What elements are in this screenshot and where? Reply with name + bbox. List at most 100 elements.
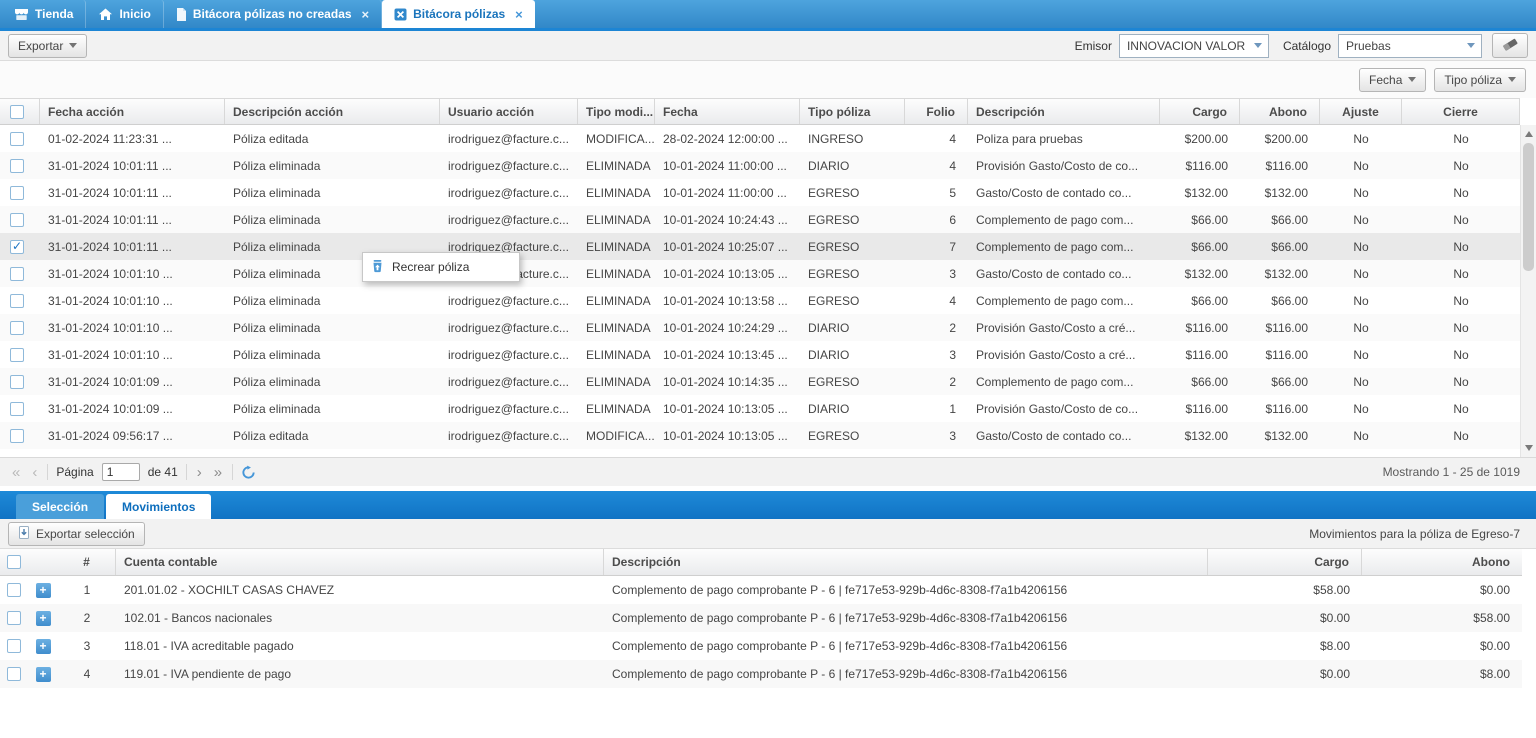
tab-bitacora-polizas[interactable]: Bitácora pólizas ×: [382, 0, 535, 28]
tab-movimientos[interactable]: Movimientos: [106, 494, 211, 519]
scroll-down-arrow-icon[interactable]: [1525, 445, 1533, 451]
emisor-select[interactable]: INNOVACION VALOR: [1119, 34, 1269, 58]
close-icon[interactable]: ×: [362, 8, 370, 21]
table-row[interactable]: 31-01-2024 10:01:10 ... Póliza eliminada…: [0, 287, 1520, 314]
cell-usuario-accion: irodriguez@facture.c...: [440, 368, 578, 395]
column-header-fecha-accion[interactable]: Fecha acción: [40, 99, 225, 124]
column-header-cargo[interactable]: Cargo: [1160, 99, 1240, 124]
cell-fecha-accion: 31-01-2024 10:01:10 ...: [40, 341, 225, 368]
cell-cuenta-contable: 102.01 - Bancos nacionales: [116, 604, 604, 632]
tab-inicio[interactable]: Inicio: [86, 0, 163, 28]
row-checkbox[interactable]: [10, 348, 24, 362]
export-button[interactable]: Exportar: [8, 34, 87, 58]
fecha-filter-button[interactable]: Fecha: [1359, 68, 1426, 92]
column-header-descripcion-accion[interactable]: Descripción acción: [225, 99, 440, 124]
row-checkbox-cell: [0, 395, 40, 422]
column-header-descripcion[interactable]: Descripción: [968, 99, 1160, 124]
export-selection-button[interactable]: Exportar selección: [8, 522, 145, 546]
first-page-icon[interactable]: «: [10, 465, 22, 480]
column-header-abono[interactable]: Abono: [1362, 549, 1522, 575]
cell-descripcion: Provisión Gasto/Costo de co...: [968, 395, 1160, 422]
row-checkbox[interactable]: [10, 186, 24, 200]
catalogo-label: Catálogo: [1283, 39, 1331, 53]
column-header-ajuste[interactable]: Ajuste: [1320, 99, 1402, 124]
table-row[interactable]: 31-01-2024 10:01:09 ... Póliza eliminada…: [0, 368, 1520, 395]
table-row[interactable]: 31-01-2024 10:01:11 ... Póliza eliminada…: [0, 233, 1520, 260]
table-row[interactable]: + 4 119.01 - IVA pendiente de pago Compl…: [0, 660, 1522, 688]
table-row[interactable]: + 3 118.01 - IVA acreditable pagado Comp…: [0, 632, 1522, 660]
recreate-policy-menu-item[interactable]: Recrear póliza: [365, 255, 517, 279]
column-header-num[interactable]: #: [58, 549, 116, 575]
next-page-icon[interactable]: ›: [195, 465, 204, 480]
cell-descripcion-accion: Póliza eliminada: [225, 341, 440, 368]
row-checkbox[interactable]: [7, 667, 21, 681]
refresh-icon[interactable]: [241, 465, 256, 480]
movements-table-header: # Cuenta contable Descripción Cargo Abon…: [0, 549, 1522, 576]
row-checkbox[interactable]: [10, 213, 24, 227]
tab-seleccion[interactable]: Selección: [16, 494, 104, 519]
table-row[interactable]: + 2 102.01 - Bancos nacionales Complemen…: [0, 604, 1522, 632]
expand-plus-icon[interactable]: +: [36, 611, 51, 626]
row-checkbox[interactable]: [10, 321, 24, 335]
table-row[interactable]: 31-01-2024 10:01:11 ... Póliza eliminada…: [0, 179, 1520, 206]
chevron-down-icon: [1467, 43, 1475, 48]
table-row[interactable]: 31-01-2024 10:01:10 ... Póliza eliminada…: [0, 260, 1520, 287]
prev-page-icon[interactable]: ‹: [30, 465, 39, 480]
page-input[interactable]: [102, 463, 140, 481]
cell-tipo-poliza: EGRESO: [800, 422, 905, 449]
row-checkbox[interactable]: [7, 639, 21, 653]
row-checkbox[interactable]: [10, 267, 24, 281]
column-header-usuario-accion[interactable]: Usuario acción: [440, 99, 578, 124]
table-row[interactable]: 01-02-2024 11:23:31 ... Póliza editada i…: [0, 125, 1520, 152]
cell-fecha-accion: 31-01-2024 10:01:11 ...: [40, 233, 225, 260]
cell-fecha: 10-01-2024 10:13:58 ...: [655, 287, 800, 314]
column-header-descripcion[interactable]: Descripción: [604, 549, 1208, 575]
table-row[interactable]: 31-01-2024 09:56:17 ... Póliza editada i…: [0, 422, 1520, 449]
catalogo-select[interactable]: Pruebas: [1338, 34, 1482, 58]
column-header-folio[interactable]: Folio: [905, 99, 968, 124]
scroll-up-arrow-icon[interactable]: [1525, 131, 1533, 137]
last-page-icon[interactable]: »: [212, 465, 224, 480]
select-all-checkbox[interactable]: [10, 105, 24, 119]
cell-descripcion-accion: Póliza eliminada: [225, 287, 440, 314]
table-row[interactable]: + 1 201.01.02 - XOCHILT CASAS CHAVEZ Com…: [0, 576, 1522, 604]
cell-folio: 7: [905, 233, 968, 260]
table-row[interactable]: 31-01-2024 10:01:10 ... Póliza eliminada…: [0, 314, 1520, 341]
tab-bitacora-polizas-no-creadas[interactable]: Bitácora pólizas no creadas ×: [164, 0, 382, 28]
tab-tienda[interactable]: Tienda: [2, 0, 86, 28]
cell-cargo: $116.00: [1160, 152, 1240, 179]
row-checkbox[interactable]: [7, 583, 21, 597]
cell-descripcion-accion: Póliza eliminada: [225, 368, 440, 395]
column-header-cuenta-contable[interactable]: Cuenta contable: [116, 549, 604, 575]
row-checkbox[interactable]: [10, 132, 24, 146]
row-checkbox[interactable]: [10, 429, 24, 443]
column-header-tipo-poliza[interactable]: Tipo póliza: [800, 99, 905, 124]
row-checkbox[interactable]: [10, 294, 24, 308]
row-checkbox[interactable]: [10, 402, 24, 416]
tipo-poliza-filter-button[interactable]: Tipo póliza: [1434, 68, 1526, 92]
clear-filters-button[interactable]: [1492, 33, 1528, 58]
close-icon[interactable]: ×: [515, 8, 523, 21]
expand-plus-icon[interactable]: +: [36, 639, 51, 654]
column-header-cierre[interactable]: Cierre: [1402, 99, 1520, 124]
row-checkbox[interactable]: [10, 159, 24, 173]
row-checkbox[interactable]: [7, 611, 21, 625]
select-all-checkbox[interactable]: [7, 555, 21, 569]
column-header-abono[interactable]: Abono: [1240, 99, 1320, 124]
table-row[interactable]: 31-01-2024 10:01:10 ... Póliza eliminada…: [0, 341, 1520, 368]
expand-plus-icon[interactable]: +: [36, 583, 51, 598]
cell-fecha-accion: 01-02-2024 11:23:31 ...: [40, 125, 225, 152]
cell-cargo: $66.00: [1160, 206, 1240, 233]
table-row[interactable]: 31-01-2024 10:01:09 ... Póliza eliminada…: [0, 395, 1520, 422]
cell-abono: $0.00: [1362, 576, 1522, 604]
table-row[interactable]: 31-01-2024 10:01:11 ... Póliza eliminada…: [0, 152, 1520, 179]
expand-plus-icon[interactable]: +: [36, 667, 51, 682]
column-header-tipo-modificacion[interactable]: Tipo modi...: [578, 99, 655, 124]
scrollbar-thumb[interactable]: [1523, 143, 1534, 271]
row-checkbox-cell: [0, 604, 28, 632]
column-header-fecha[interactable]: Fecha: [655, 99, 800, 124]
column-header-cargo[interactable]: Cargo: [1208, 549, 1362, 575]
row-checkbox[interactable]: [10, 375, 24, 389]
table-row[interactable]: 31-01-2024 10:01:11 ... Póliza eliminada…: [0, 206, 1520, 233]
row-checkbox[interactable]: [10, 240, 24, 254]
